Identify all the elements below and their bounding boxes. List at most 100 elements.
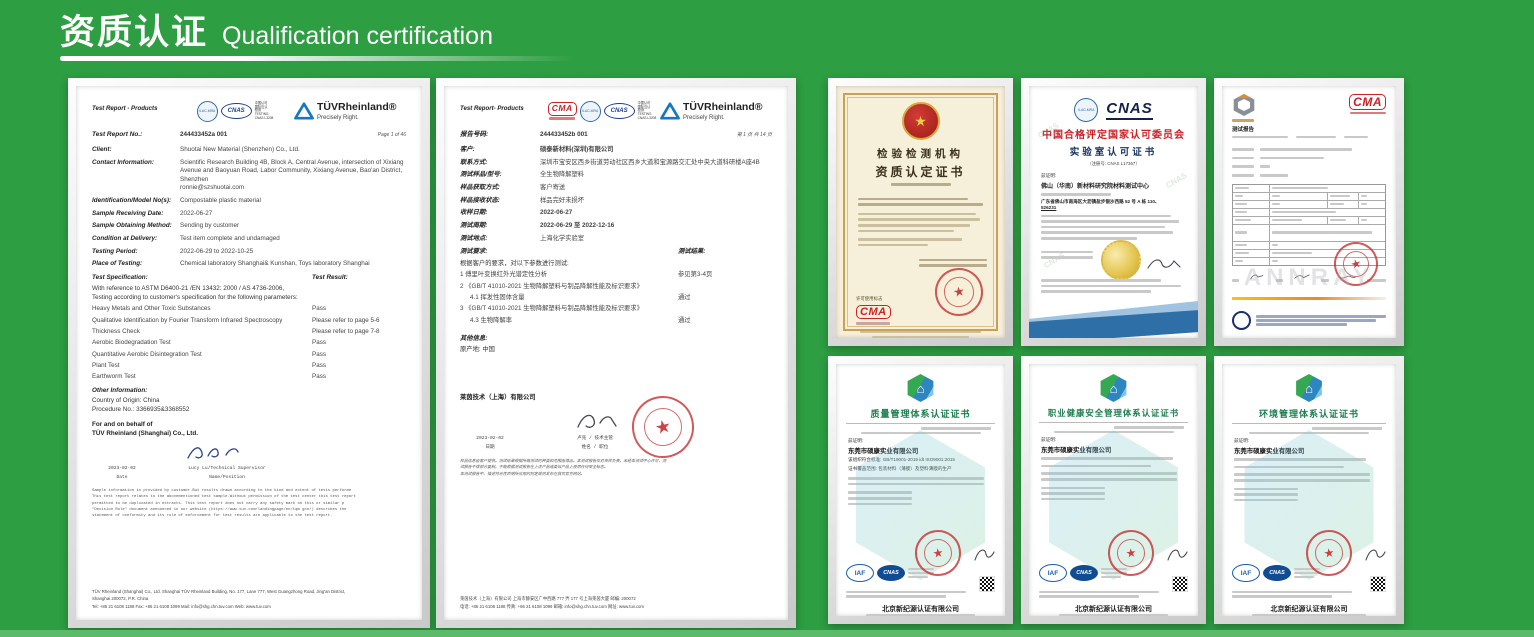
test-result: Please refer to page 7-8	[312, 328, 406, 337]
signer-label: Name/Position	[152, 475, 302, 481]
certifier-hexagon-icon: ⌂	[1099, 374, 1129, 402]
signature-image	[1362, 546, 1388, 564]
tuv-triangle-icon	[294, 102, 314, 120]
text-line-skeleton	[858, 224, 970, 227]
test-name: Thickness Check	[92, 328, 312, 337]
field-value: Test item complete and undamaged	[180, 235, 406, 244]
issuer-address-skeleton	[1059, 614, 1168, 616]
section-header: 资质认证 Qualification certification	[60, 4, 493, 55]
test-result: Please refer to page 5-6	[312, 317, 406, 326]
certifier-hexagon-icon: ⌂	[906, 374, 936, 402]
result-header: Test Result:	[312, 274, 406, 283]
sign-date: 2023-02-02	[460, 436, 520, 442]
field-value: 2022-06-27	[540, 209, 772, 218]
other-info-header: Other Information:	[92, 387, 406, 396]
footnote-skeleton	[1039, 589, 1188, 600]
text-line-skeleton	[858, 238, 962, 241]
text-line-skeleton	[858, 244, 928, 247]
accreditation-logos: IAF CNAS	[1232, 564, 1320, 582]
field-label: Sample Receiving Date:	[92, 210, 180, 219]
certificate-cma-qualification[interactable]: ★ 检验检测机构 资质认定证书 许可使用标志 CMA	[828, 78, 1013, 346]
test-name: Earthworm Test	[92, 373, 312, 382]
doc-type-label: Test Report - Products	[92, 100, 176, 113]
field-label: Condition at Delivery:	[92, 235, 180, 244]
field-value: Scientific Research Building 4B, Block A…	[180, 159, 406, 193]
test-result: 参见第3-4页	[678, 271, 772, 280]
other-info-header: 其他信息:	[460, 335, 772, 344]
signature-image	[971, 546, 997, 564]
accent-bar	[1232, 297, 1386, 300]
request-fields-skeleton	[1232, 145, 1386, 179]
field-label: 测试周期:	[460, 222, 540, 231]
divider	[1232, 423, 1386, 424]
page-note: 第 1 页 共 14 页	[737, 132, 772, 139]
field-value: 客户寄送	[540, 184, 772, 193]
doc-type-label: Test Report- Products	[460, 100, 544, 113]
certificate-annray-report[interactable]: 测试报告 CMA	[1214, 78, 1404, 346]
annray-footer	[1232, 311, 1386, 330]
holder-postcode: 526231	[1041, 205, 1186, 210]
footnote-skeleton	[846, 589, 995, 600]
iaf-icon: IAF	[846, 564, 874, 582]
test-result: Pass	[312, 362, 406, 371]
issuer-name: 北京新纪源认证有限公司	[1222, 604, 1396, 614]
issuer-name: 北京新纪源认证有限公司	[1029, 604, 1198, 614]
annray-logo-block: 测试报告	[1232, 94, 1256, 133]
certificate-iso-environment[interactable]: ⌂ 环境管理体系认证证书 兹证明: 东莞市硕康实业有限公司 I	[1214, 356, 1404, 624]
certifier-hexagon-icon: ⌂	[1294, 374, 1324, 402]
test-name: Plant Test	[92, 362, 312, 371]
spec-header: 测试要求:	[460, 248, 678, 257]
sign-date: 2023-02-02	[92, 466, 152, 472]
field-label: 联系方式:	[460, 159, 540, 168]
cnas-logo: CNAS	[1106, 100, 1153, 120]
disclaimer: 样品信息由客户提供。测试结果根据所做测试的种类和范围由得出。本测试报告仅对来样负…	[460, 458, 772, 477]
field-value: Sending by customer	[180, 222, 406, 231]
field-value: 全生物降解塑料	[540, 171, 772, 180]
cnas-org-title: 中国合格评定国家认可委员会	[1041, 126, 1186, 141]
field-label: 样品接收状态:	[460, 197, 540, 206]
spec-intro: With reference to ASTM D6400-21 /EN 1343…	[92, 285, 406, 294]
cert-no-skeleton	[1114, 426, 1184, 429]
annray-logo-icon	[1232, 94, 1256, 116]
field-value: Compostable plastic material	[180, 197, 406, 206]
signer-label: 姓名 / 职位	[520, 445, 670, 451]
cert-title-line2: 资质认定证书	[836, 163, 1005, 180]
test-name: Qualitative Identification by Fourier Tr…	[92, 317, 312, 326]
cert-no-skeleton	[1312, 427, 1382, 430]
test-result: Pass	[312, 373, 406, 382]
field-label: Client:	[92, 146, 180, 155]
test-result: 通过	[678, 294, 772, 303]
certificate-tuv-english-report[interactable]: Test Report - Products ILAC-MRA CNAS 中国认…	[68, 78, 430, 628]
footnote-skeleton	[860, 328, 981, 338]
field-label: 测试样品/型号:	[460, 171, 540, 180]
tuv-tagline: Precisely Right.	[317, 114, 397, 122]
cma-icon: CMA	[1349, 94, 1386, 114]
signature-image	[182, 443, 406, 463]
certificate-iso-ohs[interactable]: ⌂ 职业健康安全管理体系认证证书 兹证明: 东莞市硕康实业有限公司	[1021, 356, 1206, 624]
disclaimer: Sample information is provided by custom…	[92, 488, 406, 519]
field-value: 2022-06-27	[180, 210, 406, 219]
field-value: Shuotai New Material (Shenzhen) Co., Ltd…	[180, 146, 406, 155]
field-value: 上海化学实验室	[540, 235, 772, 244]
field-value: 硕泰新材料(深圳)有限公司	[540, 146, 772, 155]
field-label: 客户:	[460, 146, 540, 155]
tuv-tagline: Precisely Right.	[683, 114, 763, 122]
test-name: 2 《GB/T 41010-2021 生物降解塑料与制品降解性能及标识要求》	[460, 283, 678, 292]
title-underline	[60, 56, 575, 61]
certificate-iso-quality[interactable]: ⌂ 质量管理体系认证证书 兹证明: 东莞市硕康实业有限公司 该组织符合标准: G…	[828, 356, 1013, 624]
report-no-label: 报告号码:	[460, 131, 540, 140]
test-result: 通过	[678, 317, 772, 326]
text-line-skeleton	[858, 230, 954, 233]
test-name: 4.1 挥发性固体含量	[460, 294, 678, 303]
cert-title: 职业健康安全管理体系认证证书	[1029, 407, 1198, 419]
tuv-brand: TÜVRheinland®	[683, 100, 763, 114]
cnas-icon: CNAS	[604, 103, 635, 119]
certificate-cnas-laboratory[interactable]: CNAS CNAS CNAS ILAC-MRA CNAS 中国合格评定国家认可委…	[1021, 78, 1206, 346]
page-note: Page 1 of 46	[378, 132, 406, 139]
certificate-tuv-chinese-report[interactable]: Test Report- Products CMA ILAC-MRA CNAS …	[436, 78, 796, 628]
test-result	[678, 305, 772, 314]
mark-label: 许可使用标志	[856, 296, 891, 302]
field-label: Contact Information:	[92, 159, 180, 193]
field-value: 深圳市宝安区西乡街道劳动社区西乡大道和宝源路交汇处中央大道科研楼A座4B	[540, 159, 772, 168]
cnas-icon: CNAS	[1070, 565, 1098, 581]
